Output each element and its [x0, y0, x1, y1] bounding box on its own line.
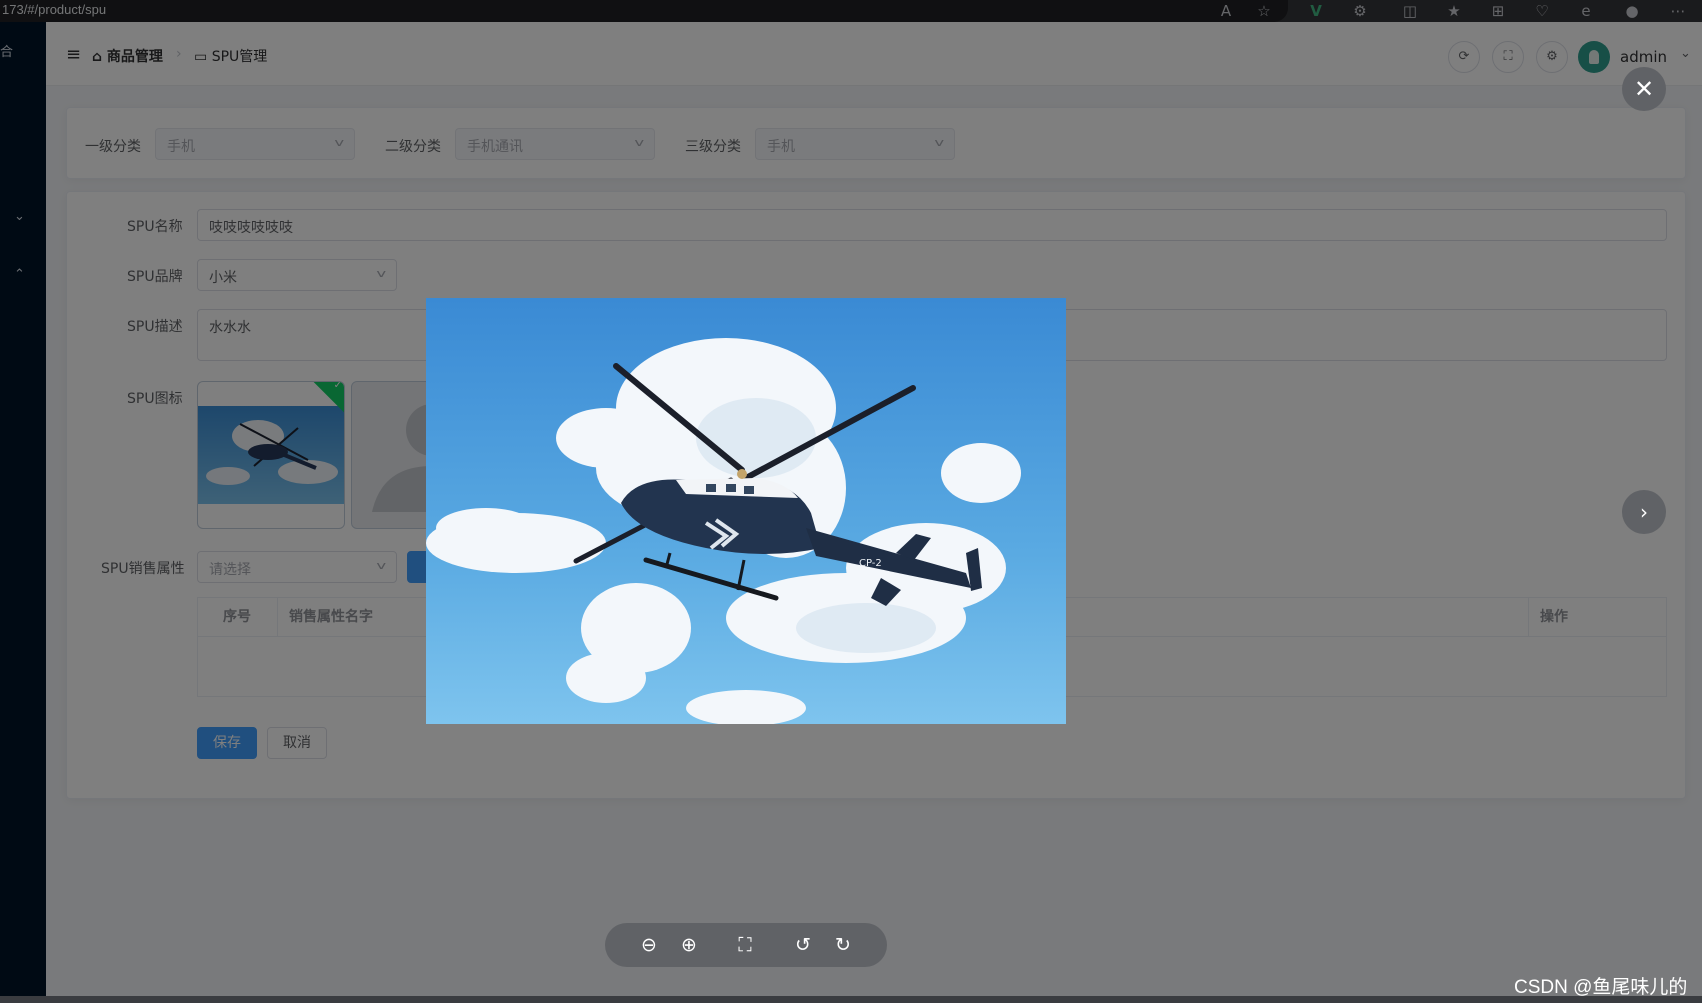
zoom-in-icon[interactable]: ⊕ [669, 923, 709, 967]
preview-helicopter-image: CP-2 [426, 298, 1066, 724]
rotate-left-icon[interactable]: ↺ [783, 923, 823, 967]
taskbar-strip [0, 996, 1702, 1003]
tail-marking: CP-2 [859, 558, 882, 569]
fullscreen-icon[interactable]: ⛶ [725, 923, 765, 967]
viewer-close-button[interactable]: ✕ [1622, 67, 1666, 111]
image-viewer-toolbar: ⊖ ⊕ ⛶ ↺ ↻ [605, 923, 887, 967]
rotate-right-icon[interactable]: ↻ [823, 923, 863, 967]
chevron-right-icon: › [1640, 500, 1648, 524]
close-icon: ✕ [1633, 75, 1655, 103]
viewer-next-button[interactable]: › [1622, 490, 1666, 534]
zoom-out-icon[interactable]: ⊖ [629, 923, 669, 967]
csdn-watermark: CSDN @鱼尾味儿的 [1514, 977, 1688, 998]
